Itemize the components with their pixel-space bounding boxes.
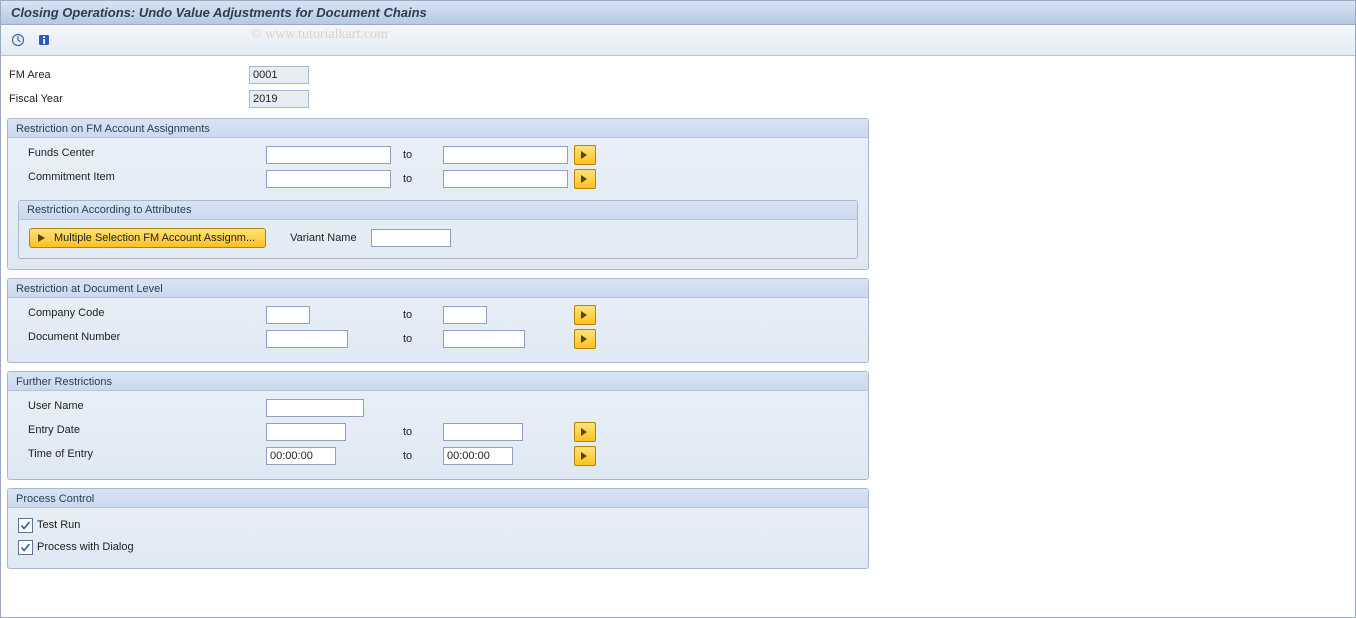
page-title: Closing Operations: Undo Value Adjustmen… — [1, 1, 1355, 25]
to-label: to — [403, 149, 443, 161]
time-of-entry-multiselect-button[interactable] — [574, 446, 596, 466]
execute-button[interactable] — [7, 29, 29, 51]
group-further-restrictions-legend: Further Restrictions — [8, 372, 868, 391]
fiscal-year-label: Fiscal Year — [7, 93, 249, 105]
to-label: to — [403, 333, 443, 345]
funds-center-to[interactable] — [443, 146, 568, 164]
company-code-multiselect-button[interactable] — [574, 305, 596, 325]
time-of-entry-to[interactable] — [443, 447, 513, 465]
clock-execute-icon — [11, 33, 25, 47]
multiple-selection-label: Multiple Selection FM Account Assignm... — [54, 232, 255, 244]
check-icon — [20, 520, 31, 531]
fiscal-year-row: Fiscal Year — [7, 88, 1349, 110]
group-fm-assignments-legend: Restriction on FM Account Assignments — [8, 119, 868, 138]
process-dialog-checkbox[interactable] — [18, 540, 33, 555]
time-of-entry-label: Time of Entry — [18, 442, 266, 470]
to-label: to — [403, 426, 443, 438]
content: FM Area Fiscal Year Restriction on FM Ac… — [1, 56, 1355, 585]
group-process-control: Process Control Test Run Process with Di… — [7, 488, 869, 569]
variant-name-label: Variant Name — [290, 232, 356, 244]
company-code-to[interactable] — [443, 306, 487, 324]
arrow-right-icon — [580, 427, 590, 437]
subgroup-attributes-legend: Restriction According to Attributes — [19, 201, 857, 220]
info-button[interactable] — [33, 29, 55, 51]
company-code-from[interactable] — [266, 306, 310, 324]
fm-area-field[interactable] — [249, 66, 309, 84]
time-of-entry-from[interactable] — [266, 447, 336, 465]
funds-center-multiselect-button[interactable] — [574, 145, 596, 165]
arrow-right-icon — [580, 451, 590, 461]
variant-name-field[interactable] — [371, 229, 451, 247]
fm-area-row: FM Area — [7, 64, 1349, 86]
info-icon — [37, 33, 51, 47]
document-number-label: Document Number — [18, 325, 266, 353]
commitment-item-to[interactable] — [443, 170, 568, 188]
commitment-item-from[interactable] — [266, 170, 391, 188]
to-label: to — [403, 309, 443, 321]
arrow-right-icon — [580, 174, 590, 184]
entry-date-from[interactable] — [266, 423, 346, 441]
sap-window: Closing Operations: Undo Value Adjustmen… — [0, 0, 1356, 618]
commitment-item-multiselect-button[interactable] — [574, 169, 596, 189]
fm-area-label: FM Area — [7, 69, 249, 81]
fiscal-year-field[interactable] — [249, 90, 309, 108]
funds-center-from[interactable] — [266, 146, 391, 164]
to-label: to — [403, 173, 443, 185]
test-run-label: Test Run — [37, 519, 80, 531]
multiple-selection-button[interactable]: Multiple Selection FM Account Assignm... — [29, 228, 266, 248]
to-label: to — [403, 450, 443, 462]
process-dialog-label: Process with Dialog — [37, 541, 134, 553]
document-number-multiselect-button[interactable] — [574, 329, 596, 349]
subgroup-attributes: Restriction According to Attributes Mult… — [18, 200, 858, 259]
check-icon — [20, 542, 31, 553]
document-number-from[interactable] — [266, 330, 348, 348]
arrow-right-icon — [580, 310, 590, 320]
group-further-restrictions: Further Restrictions User Name Entry Dat… — [7, 371, 869, 480]
entry-date-multiselect-button[interactable] — [574, 422, 596, 442]
watermark: © www.tutorialkart.com — [251, 27, 388, 43]
arrow-right-icon — [580, 334, 590, 344]
document-number-to[interactable] — [443, 330, 525, 348]
test-run-checkbox[interactable] — [18, 518, 33, 533]
arrow-right-icon — [36, 232, 48, 244]
group-document-level: Restriction at Document Level Company Co… — [7, 278, 869, 363]
entry-date-to[interactable] — [443, 423, 523, 441]
tool-bar: © www.tutorialkart.com — [1, 25, 1355, 56]
group-process-control-legend: Process Control — [8, 489, 868, 508]
commitment-item-label: Commitment Item — [18, 165, 266, 193]
group-fm-assignments: Restriction on FM Account Assignments Fu… — [7, 118, 869, 270]
user-name-field[interactable] — [266, 399, 364, 417]
group-document-level-legend: Restriction at Document Level — [8, 279, 868, 298]
arrow-right-icon — [580, 150, 590, 160]
